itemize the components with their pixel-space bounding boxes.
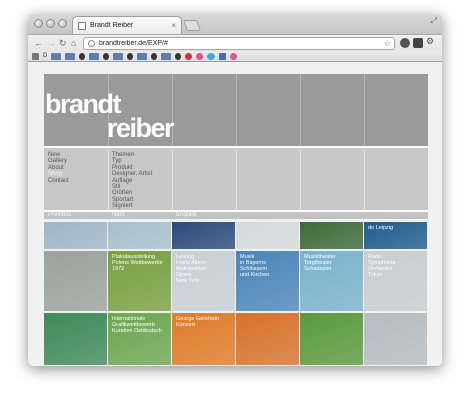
nav-item-contact[interactable]: Contact: [48, 178, 69, 184]
main-nav: New Gallery About Shop Contact: [48, 152, 69, 184]
fullscreen-icon[interactable]: ⤢: [431, 16, 437, 26]
poster-tile[interactable]: Musik in Bayerns Schlössern und Kirchen: [236, 251, 299, 311]
bookmark-star-icon[interactable]: [151, 52, 158, 60]
poster-caption: do Leipzig: [368, 225, 394, 231]
address-bar[interactable]: ☆: [83, 37, 395, 50]
poster-caption: Leitung Franz Allers Metropolitan Opera …: [176, 254, 207, 284]
poster-tile[interactable]: [172, 222, 235, 249]
navigation-panel: New Gallery About Shop Contact Themen Typ Prod…: [44, 146, 428, 212]
bookmark-star-icon[interactable]: ☆: [384, 39, 394, 48]
twitter-icon[interactable]: [207, 52, 216, 60]
poster-tile[interactable]: George Gershwin Konzert: [172, 313, 235, 365]
poster-tile[interactable]: do Leipzig: [364, 222, 427, 249]
poster-caption: Radio Symphonie Orchestra Tokyo: [368, 254, 396, 278]
bookmark-folder-icon[interactable]: [161, 52, 172, 60]
poster-grid: do Leipzig Plakatausstellung Polens Wettb…: [44, 222, 428, 366]
poster-tile[interactable]: [364, 313, 427, 365]
bookmark-dot-icon[interactable]: [175, 52, 182, 60]
nav-item-gallery[interactable]: Gallery: [48, 158, 69, 164]
poster-tile[interactable]: [44, 251, 107, 311]
filter-item[interactable]: Signiert: [112, 203, 152, 209]
bookmark-folder-icon[interactable]: [137, 52, 148, 60]
pocket-bookmark-icon[interactable]: [185, 52, 193, 60]
bookmark-circle-icon[interactable]: [127, 52, 134, 60]
reload-icon[interactable]: ↻: [59, 37, 67, 49]
grid-line: [300, 74, 301, 146]
header-banner: brandt reiber: [44, 74, 428, 146]
poster-tile[interactable]: [300, 222, 363, 249]
grid-line: [364, 74, 365, 146]
url-input[interactable]: [99, 38, 384, 49]
previous-link[interactable]: Previous: [48, 212, 71, 219]
page-icon: [78, 21, 86, 30]
brandt-reiber-site: brandt reiber New Gallery About Shop Contact…: [44, 62, 428, 366]
bookmark-folder-icon[interactable]: [89, 52, 100, 60]
new-tab-button[interactable]: [182, 20, 202, 31]
filter-item[interactable]: Designer, Artist: [112, 171, 152, 177]
forward-arrow-icon[interactable]: →: [47, 37, 56, 49]
poster-tile[interactable]: [108, 222, 171, 249]
bookmark-folder-icon[interactable]: [51, 52, 62, 60]
poster-caption: George Gershwin Konzert: [176, 316, 220, 328]
browser-window: Brandt Reiber × ⤢ ← → ↻ ⌂ ☆ ⚙ D: [28, 14, 442, 366]
grid-line: [364, 148, 365, 212]
poster-tile[interactable]: Internationale Grafikwettbewerb Kuratien…: [108, 313, 171, 365]
flickr-icon[interactable]: [196, 52, 204, 60]
grid-line: [300, 148, 301, 212]
bookmark-folder-icon[interactable]: [113, 52, 124, 60]
poster-tile[interactable]: [236, 313, 299, 365]
apps-icon[interactable]: [32, 52, 39, 60]
poster-tile[interactable]: [44, 313, 107, 365]
poster-caption: Plakatausstellung Polens Wettbewerbe 197…: [112, 254, 163, 272]
poster-tile[interactable]: [300, 313, 363, 365]
facebook-icon[interactable]: [219, 52, 227, 60]
back-arrow-icon[interactable]: ←: [34, 37, 43, 49]
browser-tab[interactable]: Brandt Reiber ×: [72, 16, 182, 34]
bookmark-music-icon[interactable]: [79, 52, 86, 60]
extension-icon[interactable]: [400, 38, 410, 48]
browser-toolbar: ← → ↻ ⌂ ☆ ⚙: [28, 34, 442, 51]
grid-line: [172, 148, 173, 212]
grid-line: [236, 148, 237, 212]
poster-tile[interactable]: [236, 222, 299, 249]
grid-line: [108, 148, 109, 212]
wrench-menu-icon[interactable]: ⚙: [426, 36, 436, 46]
web-content: brandt reiber New Gallery About Shop Contact…: [28, 62, 442, 366]
poster-caption: Musik in Bayerns Schlössern und Kirchen: [240, 254, 270, 278]
tab-title: Brandt Reiber: [90, 22, 134, 29]
close-tab-icon[interactable]: ×: [171, 21, 181, 30]
grid-line: [236, 74, 237, 146]
pocket-icon[interactable]: [413, 38, 423, 48]
poster-caption: Musiktheater Torgtheater Schauspiel: [304, 254, 336, 272]
bookmark-folder-icon[interactable]: [65, 52, 76, 60]
pager-bar: Previous Next Enquire: [44, 210, 428, 219]
bookmark-label[interactable]: D: [43, 53, 47, 60]
close-window-button[interactable]: [34, 19, 43, 28]
dribbble-icon[interactable]: [230, 52, 238, 60]
minimize-window-button[interactable]: [46, 19, 55, 28]
zoom-window-button[interactable]: [58, 19, 67, 28]
filter-nav: Themen Typ Produkt Designer, Artist Auflage S…: [112, 152, 152, 210]
poster-tile[interactable]: Musiktheater Torgtheater Schauspiel: [300, 251, 363, 311]
page-info-icon[interactable]: [88, 40, 95, 47]
poster-tile[interactable]: Plakatausstellung Polens Wettbewerbe 197…: [108, 251, 171, 311]
bookmarks-bar: D: [28, 51, 442, 62]
tab-strip: Brandt Reiber × ⤢: [28, 14, 442, 34]
poster-tile[interactable]: Radio Symphonie Orchestra Tokyo: [364, 251, 427, 311]
poster-tile[interactable]: [44, 222, 107, 249]
next-link[interactable]: Next: [112, 212, 124, 219]
poster-caption: Internationale Grafikwettbewerb Kuratien…: [112, 316, 162, 334]
logo-reiber[interactable]: reiber: [107, 115, 175, 142]
enquire-link[interactable]: Enquire: [176, 212, 197, 219]
home-icon[interactable]: ⌂: [71, 37, 76, 49]
poster-tile[interactable]: Leitung Franz Allers Metropolitan Opera …: [172, 251, 235, 311]
bookmark-play-icon[interactable]: [103, 52, 110, 60]
